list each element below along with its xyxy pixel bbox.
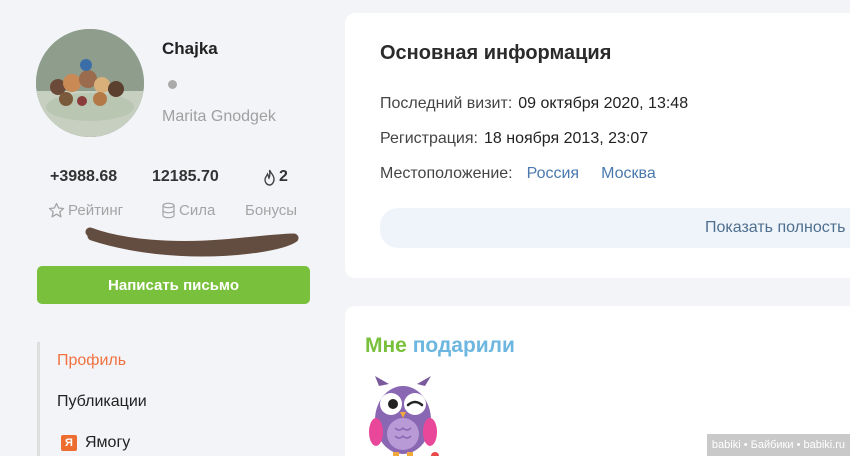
- watermark: babiki • Байбики • babiki.ru: [707, 434, 850, 456]
- info-title: Основная информация: [380, 42, 612, 64]
- flame-icon: [262, 169, 277, 186]
- menu-item-profile[interactable]: Профиль: [57, 352, 126, 370]
- online-status-indicator: [168, 80, 177, 89]
- username[interactable]: Chajka: [162, 39, 218, 59]
- location-row: Местоположение: Россия Москва: [380, 165, 656, 183]
- rating-label: Рейтинг: [68, 202, 124, 219]
- redaction-scribble: [85, 227, 299, 257]
- rating-value: +3988.68: [50, 168, 118, 185]
- bonus-label[interactable]: Бонусы: [245, 202, 297, 219]
- database-icon: [161, 202, 179, 219]
- last-visit-label: Последний визит:: [380, 95, 513, 112]
- bonus-stat: 2: [262, 168, 288, 186]
- menu-item-label: Публикации: [57, 393, 147, 410]
- registration-label: Регистрация:: [380, 130, 478, 147]
- gifts-title-part1: Мне: [365, 334, 407, 357]
- power-label-group[interactable]: Сила: [161, 202, 215, 219]
- real-name: Marita Gnodgek: [162, 108, 276, 125]
- city-link[interactable]: Москва: [601, 165, 656, 182]
- show-full-button[interactable]: Показать полность: [380, 208, 850, 248]
- menu-item-publications[interactable]: Публикации: [57, 393, 147, 411]
- last-visit-value: 09 октября 2020, 13:48: [518, 95, 689, 112]
- gifts-title: Мне подарили: [365, 334, 515, 358]
- registration-row: Регистрация: 18 ноября 2013, 23:07: [380, 130, 648, 148]
- main-info-card: Основная информация Последний визит: 09 о…: [345, 13, 850, 278]
- menu-divider: [37, 342, 40, 456]
- yamogu-logo-icon: Я: [61, 435, 77, 451]
- last-visit-row: Последний визит: 09 октября 2020, 13:48: [380, 95, 688, 113]
- menu-item-label: Профиль: [57, 352, 127, 369]
- bonus-value: 2: [279, 168, 288, 185]
- avatar[interactable]: [36, 29, 144, 137]
- gifts-title-part2: подарили: [412, 334, 515, 357]
- menu-item-yamogu[interactable]: Я Ямогу: [57, 434, 130, 452]
- owl-gift-icon[interactable]: [367, 374, 439, 456]
- star-icon: [48, 202, 68, 219]
- country-link[interactable]: Россия: [527, 165, 579, 182]
- power-label: Сила: [179, 202, 216, 219]
- menu-item-label: Ямогу: [85, 434, 131, 451]
- registration-value: 18 ноября 2013, 23:07: [483, 130, 649, 147]
- write-letter-button[interactable]: Написать письмо: [37, 266, 310, 304]
- rating-label-group[interactable]: Рейтинг: [48, 202, 123, 219]
- location-label: Местоположение:: [380, 165, 513, 182]
- power-value: 12185.70: [152, 168, 219, 185]
